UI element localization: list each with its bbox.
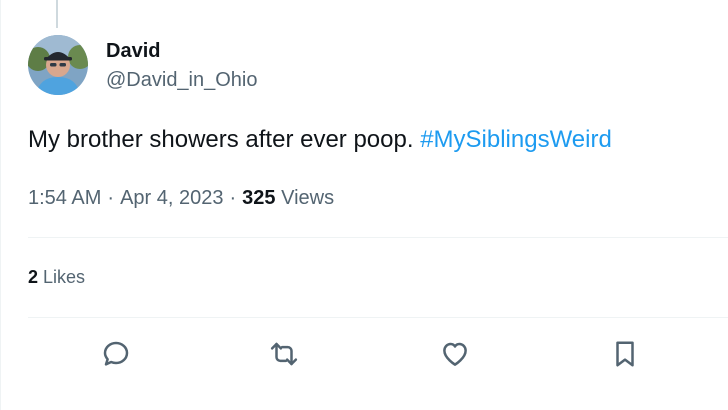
meta-separator: · — [229, 187, 237, 209]
heart-icon — [443, 342, 467, 366]
reply-icon — [103, 341, 129, 366]
likes-label: Likes — [43, 267, 86, 287]
likes-count: 2 — [28, 267, 39, 287]
divider — [28, 317, 728, 318]
likes-link[interactable]: 2 Likes — [28, 264, 85, 290]
tweet-header: David @David_in_Ohio — [28, 34, 258, 96]
tweet-text: My brother showers after ever poop. #MyS… — [28, 124, 612, 156]
tweet-meta: 1:54 AM · Apr 4, 2023 · 325 Views — [28, 184, 334, 212]
tweet-actions-bar — [28, 334, 728, 374]
avatar[interactable] — [28, 35, 88, 95]
retweet-icon — [270, 342, 298, 366]
reply-button[interactable] — [96, 334, 136, 374]
retweet-button[interactable] — [264, 334, 304, 374]
bookmark-icon — [616, 341, 634, 367]
hashtag-link[interactable]: #MySiblingsWeird — [420, 126, 612, 153]
divider — [28, 237, 728, 238]
views-label: Views — [281, 187, 335, 209]
meta-separator: · — [107, 187, 115, 209]
avatar-photo — [28, 35, 88, 95]
author-names: David @David_in_Ohio — [106, 38, 258, 93]
left-border — [0, 0, 1, 410]
author-display-name[interactable]: David — [106, 38, 258, 64]
tweet-detail: David @David_in_Ohio My brother showers … — [28, 0, 728, 410]
author-handle[interactable]: @David_in_Ohio — [106, 67, 258, 93]
bookmark-button[interactable] — [605, 334, 645, 374]
tweet-body-text: My brother showers after ever poop. — [28, 126, 414, 153]
tweet-time[interactable]: 1:54 AM — [28, 187, 101, 209]
tweet-date[interactable]: Apr 4, 2023 — [120, 187, 223, 209]
like-button[interactable] — [435, 334, 475, 374]
views-count: 325 — [242, 187, 276, 209]
